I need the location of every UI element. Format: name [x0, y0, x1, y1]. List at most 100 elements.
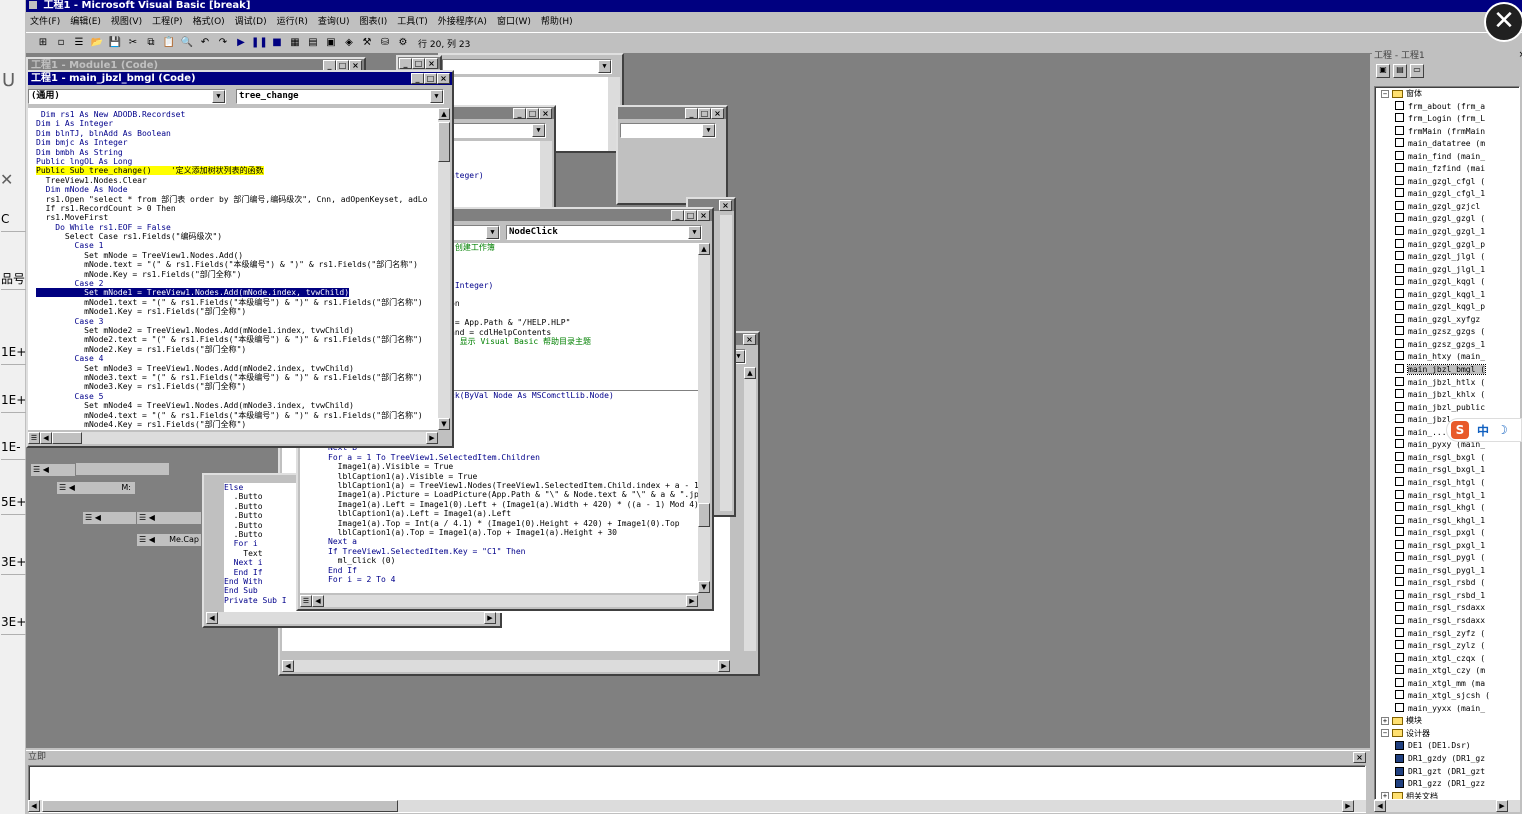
pause-icon[interactable]: ❚❚ — [251, 35, 268, 51]
run-icon[interactable]: ▶ — [233, 35, 249, 51]
tree-item[interactable]: main_gzgl_gzgl_p — [1395, 238, 1519, 252]
tree-item[interactable]: main_htxy (main_ — [1395, 351, 1519, 364]
tree-folder[interactable]: + 相关文档 — [1381, 791, 1519, 799]
menu-item[interactable]: 视图(V) — [111, 17, 142, 27]
object-browser-icon[interactable]: ◈ — [341, 35, 357, 51]
toolbox-icon[interactable]: ⚒ — [359, 35, 375, 51]
nodeclick-proc-combo[interactable]: NodeClick ▼ — [506, 225, 702, 240]
tree-item[interactable]: main_jbzl_htlx ( — [1395, 376, 1519, 390]
menu-item[interactable]: 窗口(W) — [497, 17, 531, 27]
cut-icon[interactable]: ✂ — [125, 35, 141, 51]
menu-item[interactable]: 调试(D) — [235, 17, 267, 27]
nodeclick-hscroll[interactable]: ☰ ◀ ▶ — [300, 595, 698, 607]
tree-item[interactable]: DR1_gzt (DR1_gzt — [1395, 766, 1519, 779]
tree-item[interactable]: main_gzgl_jlgl ( — [1395, 251, 1519, 264]
tree-item[interactable]: main_gzgl_kqgl ( — [1395, 276, 1519, 289]
project-explorer-icon[interactable]: ▦ — [287, 35, 303, 51]
open-icon[interactable]: 📂 — [89, 35, 105, 51]
add-form-icon[interactable]: ▫ — [53, 35, 69, 51]
main-titlebar[interactable]: 工程1 - Microsoft Visual Basic [break] — [26, 0, 1522, 12]
chevron-down-icon[interactable]: ▼ — [212, 90, 225, 103]
project-hscroll[interactable]: ◀ ▶ — [1374, 800, 1520, 812]
tree-item[interactable]: main_rsgl_zyfz ( — [1395, 627, 1519, 641]
tree-item[interactable]: frm_Login (frm_L — [1395, 113, 1519, 126]
tree-item[interactable]: main_rsgl_bxgl_1 — [1395, 464, 1519, 477]
tree-item[interactable]: DR1_gzdy (DR1_gz — [1395, 753, 1519, 766]
tree-item[interactable]: main_rsgl_khgl ( — [1395, 502, 1519, 515]
menu-item[interactable]: 运行(R) — [277, 17, 308, 27]
maximize-icon[interactable]: □ — [424, 73, 437, 84]
tree-item[interactable]: main_datatree (m — [1395, 138, 1519, 151]
tree-item[interactable]: main_gzgl_cfgl_1 — [1395, 188, 1519, 201]
expand-icon[interactable]: + — [1381, 716, 1389, 725]
tree-folder[interactable]: − 窗体 — [1381, 88, 1519, 101]
tree-item[interactable]: main_yyxx (main_ — [1395, 702, 1519, 716]
data-view-icon[interactable]: ⛁ — [377, 35, 393, 51]
tree-item[interactable]: main_xtgl_czy (m — [1395, 665, 1519, 678]
tree-item[interactable]: main_gzgl_gzgl_1 — [1395, 226, 1519, 239]
tree-item[interactable]: main_rsgl_rsdaxx — [1395, 614, 1519, 628]
view-object-icon[interactable]: ▤ — [1393, 64, 1407, 78]
menu-item[interactable]: 工程(P) — [152, 17, 182, 27]
tree-folder[interactable]: − 设计器 — [1381, 728, 1519, 741]
menu-item[interactable]: 文件(F) — [30, 17, 60, 27]
tree-item[interactable]: main_rsgl_rsbd ( — [1395, 577, 1519, 590]
tree-item[interactable]: main_rsgl_bxgl ( — [1395, 451, 1519, 465]
chevron-down-icon[interactable]: ▼ — [430, 90, 443, 103]
bmgl-vscroll[interactable]: ▲ ▼ — [438, 108, 450, 430]
chevron-down-icon[interactable]: ▼ — [688, 226, 701, 239]
tree-item[interactable]: main_rsgl_rsbd_1 — [1395, 589, 1519, 603]
save-icon[interactable]: 💾 — [107, 35, 123, 51]
bmgl-bottom-strip[interactable]: ☰ ◀ — [30, 463, 76, 477]
chevron-down-icon[interactable]: ▼ — [486, 226, 499, 239]
object-combo[interactable]: (通用) ▼ — [28, 89, 226, 104]
tree-item[interactable]: main_gzsz_gzgs ( — [1395, 326, 1519, 339]
tree-item[interactable]: main_gzgl_xyfgz — [1395, 313, 1519, 327]
tree-item[interactable]: main_xtgl_sjcsh ( — [1395, 690, 1519, 703]
tree-item[interactable]: main_find (main_ — [1395, 150, 1519, 164]
toggle-folders-icon[interactable]: ▭ — [1410, 64, 1424, 78]
tree-item[interactable]: main_jbzl_public — [1395, 401, 1519, 415]
ime-toolbar[interactable]: S 中 ☽ — [1446, 418, 1522, 442]
tree-item[interactable]: main_gzgl_jlgl_1 — [1395, 263, 1519, 277]
tree-item[interactable]: frmMain (frmMain — [1395, 125, 1519, 139]
tree-item[interactable]: frm_about (frm_a — [1395, 100, 1519, 114]
tree-item[interactable]: main_gzgl_cfgl ( — [1395, 175, 1519, 189]
undo-icon[interactable]: ↶ — [197, 35, 213, 51]
redo-icon[interactable]: ↷ — [215, 35, 231, 51]
find-icon[interactable]: 🔍 — [179, 35, 195, 51]
collapse-icon[interactable]: − — [1381, 89, 1389, 98]
tree-item[interactable]: main_rsgl_pygl ( — [1395, 552, 1519, 565]
copy-icon[interactable]: ⧉ — [143, 35, 159, 51]
minimize-icon[interactable]: _ — [671, 210, 684, 221]
view-code-icon[interactable]: ▣ — [1376, 64, 1390, 78]
tree-item[interactable]: main_fzfind (mai — [1395, 163, 1519, 176]
tree-item[interactable]: main_jbzl_khlx ( — [1395, 389, 1519, 402]
immediate-hscroll[interactable]: ◀ ▶ — [28, 800, 1366, 812]
paste-icon[interactable]: 📋 — [161, 35, 177, 51]
menu-item[interactable]: 查询(U) — [318, 17, 350, 27]
menu-editor-icon[interactable]: ☰ — [71, 35, 87, 51]
tree-item[interactable]: main_rsgl_pxgl_1 — [1395, 539, 1519, 553]
maximize-icon[interactable]: □ — [684, 210, 697, 221]
stacked-window-strip-5[interactable]: ☰ ◀ Me.Cap — [136, 533, 202, 547]
component-icon[interactable]: ⚙ — [395, 35, 411, 51]
form-layout-icon[interactable]: ▣ — [323, 35, 339, 51]
menu-item[interactable]: 工具(T) — [397, 17, 428, 27]
tree-item[interactable]: main_rsgl_pygl_1 — [1395, 564, 1519, 578]
add-project-icon[interactable]: ⊞ — [35, 35, 51, 51]
tree-item[interactable]: main_gzgl_gzgl ( — [1395, 213, 1519, 226]
menu-item[interactable]: 帮助(H) — [541, 17, 573, 27]
stacked-window-strip-4[interactable]: ☰ ◀ — [136, 511, 202, 525]
tree-folder[interactable]: + 模块 — [1381, 715, 1519, 728]
procedure-combo[interactable]: tree_change ▼ — [236, 89, 444, 104]
immediate-close-icon[interactable]: × — [1353, 752, 1366, 763]
stacked-window-strip-2[interactable]: ☰ ◀ M: — [56, 481, 136, 495]
tree-item[interactable]: main_rsgl_htgl_1 — [1395, 489, 1519, 503]
tree-item[interactable]: main_rsgl_rsdaxx — [1395, 602, 1519, 615]
tree-item[interactable]: main_gzgl_gzjcl — [1395, 200, 1519, 214]
menu-item[interactable]: 外接程序(A) — [438, 17, 487, 27]
tree-item[interactable]: main_rsgl_khgl_1 — [1395, 514, 1519, 528]
tree-item[interactable]: main_rsgl_htgl ( — [1395, 476, 1519, 490]
tree-item[interactable]: main_gzgl_kqgl_p — [1395, 301, 1519, 314]
